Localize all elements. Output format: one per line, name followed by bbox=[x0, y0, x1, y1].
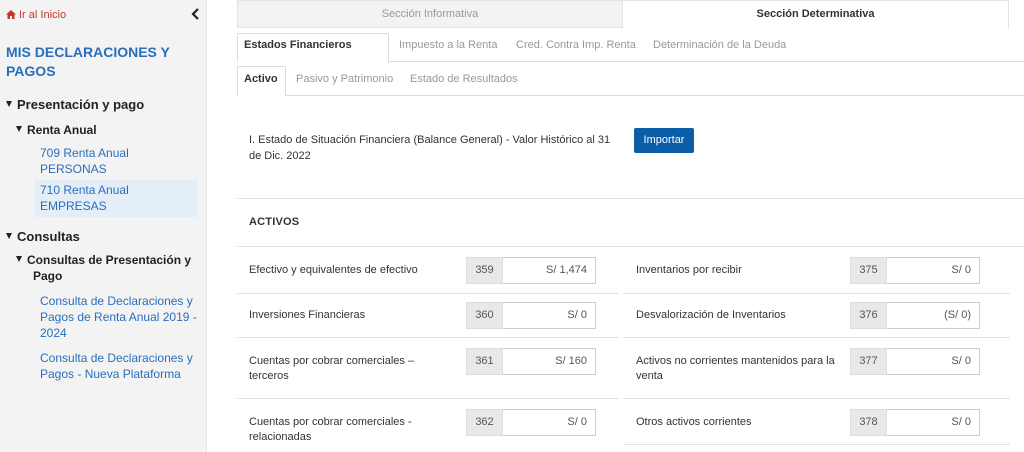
item-amount-input[interactable]: S/ 0 bbox=[887, 409, 980, 436]
sidebar-section-consultas[interactable]: Consultas bbox=[6, 229, 80, 244]
sidebar-sub-consultas-presentacion[interactable]: Consultas de Presentación y Pago bbox=[16, 252, 198, 284]
item-code: 360 bbox=[466, 302, 503, 329]
item-amount-input[interactable]: (S/ 0) bbox=[887, 302, 980, 329]
sidebar-section-label: Consultas bbox=[17, 229, 80, 244]
triangle-down-icon bbox=[16, 126, 22, 132]
sidebar-item-710[interactable]: 710 Renta Anual EMPRESAS bbox=[34, 180, 198, 217]
activos-heading: ACTIVOS bbox=[249, 216, 300, 228]
tab-cred-contra-imp-renta[interactable]: Cred. Contra Imp. Renta bbox=[516, 39, 636, 51]
sidebar-item-consulta-nueva-plataforma[interactable]: Consulta de Declaraciones y Pagos - Nuev… bbox=[40, 350, 198, 382]
row-divider bbox=[623, 444, 1010, 445]
item-code: 377 bbox=[850, 348, 887, 375]
item-code: 359 bbox=[466, 257, 503, 284]
back-home-label: Ir al Inicio bbox=[19, 9, 67, 21]
item-label: Cuentas por cobrar comerciales – tercero… bbox=[249, 355, 415, 382]
subtab-pasivo-patrimonio[interactable]: Pasivo y Patrimonio bbox=[296, 73, 393, 85]
item-code: 362 bbox=[466, 409, 503, 436]
import-button[interactable]: Importar bbox=[634, 128, 694, 153]
determinativa-tabs: Estados Financieros Impuesto a la Renta … bbox=[237, 28, 1024, 63]
sidebar-header: Ir al Inicio bbox=[0, 0, 207, 30]
subtab-activo[interactable]: Activo bbox=[244, 73, 278, 85]
divider bbox=[237, 198, 1024, 199]
back-home-link[interactable]: Ir al Inicio bbox=[6, 9, 66, 21]
subtab-estado-resultados[interactable]: Estado de Resultados bbox=[410, 73, 518, 85]
item-code: 361 bbox=[466, 348, 503, 375]
item-code: 375 bbox=[850, 257, 887, 284]
main-content: Sección Informativa Sección Determinativ… bbox=[207, 0, 1024, 452]
item-amount-input[interactable]: S/ 0 bbox=[503, 409, 596, 436]
item-label: Otros activos corrientes bbox=[636, 416, 752, 428]
item-amount-input[interactable]: S/ 160 bbox=[503, 348, 596, 375]
sidebar: Ir al Inicio MIS DECLARACIONES Y PAGOS P… bbox=[0, 0, 207, 452]
item-amount-input[interactable]: S/ 0 bbox=[503, 302, 596, 329]
item-label: Inventarios por recibir bbox=[636, 264, 742, 276]
row-divider bbox=[237, 293, 619, 294]
estados-financieros-subtabs: Activo Pasivo y Patrimonio Estado de Res… bbox=[237, 62, 1024, 97]
row-divider bbox=[237, 337, 619, 338]
sidebar-sub-renta-anual[interactable]: Renta Anual bbox=[16, 122, 196, 138]
tab-seccion-informativa[interactable]: Sección Informativa bbox=[237, 0, 623, 28]
item-label: Inversiones Financieras bbox=[249, 309, 366, 321]
item-label: Cuentas por cobrar comerciales - relacio… bbox=[249, 416, 412, 443]
sidebar-title: MIS DECLARACIONES Y PAGOS bbox=[6, 44, 170, 79]
row-divider bbox=[623, 398, 1010, 399]
item-label: Activos no corrientes mantenidos para la… bbox=[636, 355, 835, 382]
triangle-down-icon bbox=[6, 233, 12, 239]
row-divider bbox=[237, 398, 619, 399]
row-divider bbox=[623, 337, 1010, 338]
tab-impuesto-renta[interactable]: Impuesto a la Renta bbox=[399, 39, 497, 51]
item-amount-input[interactable]: S/ 1,474 bbox=[503, 257, 596, 284]
item-label: Efectivo y equivalentes de efectivo bbox=[249, 264, 418, 276]
triangle-down-icon bbox=[6, 101, 12, 107]
row-divider bbox=[237, 246, 1024, 247]
section-title: I. Estado de Situación Financiera (Balan… bbox=[249, 134, 611, 162]
tab-determinacion-deuda[interactable]: Determinación de la Deuda bbox=[653, 39, 786, 51]
item-code: 378 bbox=[850, 409, 887, 436]
sidebar-item-consulta-renta-anual[interactable]: Consulta de Declaraciones y Pagos de Ren… bbox=[40, 293, 198, 341]
sidebar-section-label: Presentación y pago bbox=[17, 97, 145, 112]
tab-seccion-determinativa[interactable]: Sección Determinativa bbox=[623, 0, 1009, 28]
sidebar-item-709[interactable]: 709 Renta Anual PERSONAS bbox=[40, 145, 198, 177]
sidebar-section-presentacion[interactable]: Presentación y pago bbox=[6, 97, 144, 112]
triangle-down-icon bbox=[16, 256, 22, 262]
sidebar-sub-label: Renta Anual bbox=[27, 123, 97, 137]
tab-estados-financieros[interactable]: Estados Financieros bbox=[244, 39, 352, 51]
chevron-left-icon[interactable] bbox=[190, 7, 202, 21]
item-amount-input[interactable]: S/ 0 bbox=[887, 257, 980, 284]
home-icon bbox=[6, 10, 16, 19]
item-code: 376 bbox=[850, 302, 887, 329]
sidebar-sub-label: Consultas de Presentación y Pago bbox=[27, 253, 192, 283]
item-label: Desvalorización de Inventarios bbox=[636, 309, 786, 321]
section-tabs: Sección Informativa Sección Determinativ… bbox=[237, 0, 1024, 28]
row-divider bbox=[623, 293, 1010, 294]
item-amount-input[interactable]: S/ 0 bbox=[887, 348, 980, 375]
